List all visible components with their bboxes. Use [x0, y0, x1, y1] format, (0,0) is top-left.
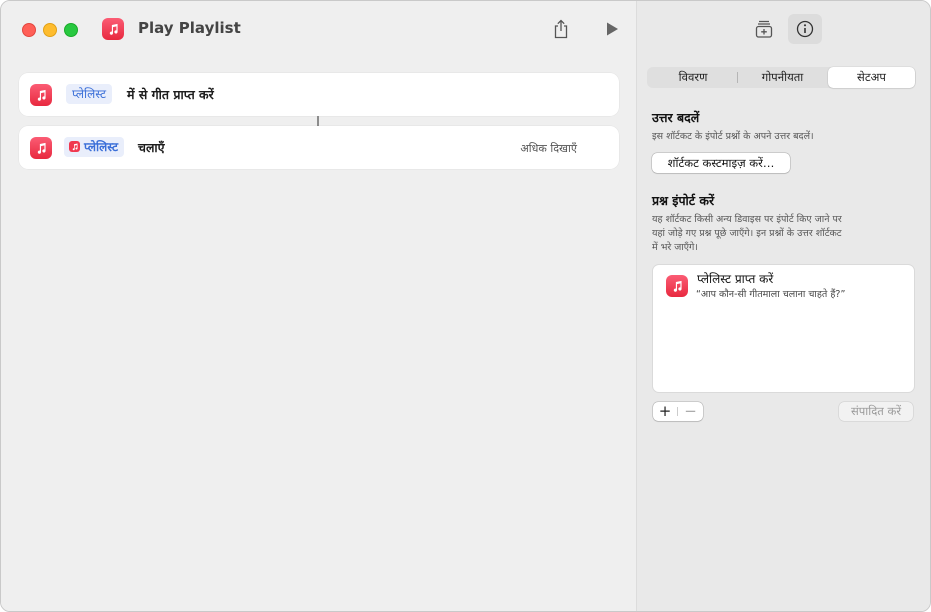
- music-action-icon: [666, 275, 688, 297]
- zoom-window-button[interactable]: [64, 23, 78, 37]
- details-button[interactable]: [788, 14, 822, 44]
- tab-setup[interactable]: सेटअप: [828, 67, 915, 88]
- remove-question-button[interactable]: −: [678, 402, 703, 421]
- action-play-playlist[interactable]: प्लेलिस्ट चलाएँ अधिक दिखाएँ: [19, 126, 619, 169]
- music-note-icon: [69, 141, 80, 152]
- music-note-icon: [37, 142, 46, 154]
- edit-question-button[interactable]: संपादित करें: [839, 402, 913, 421]
- music-note-icon: [37, 89, 46, 101]
- music-action-icon: [30, 84, 52, 106]
- shortcut-title[interactable]: Play Playlist: [138, 19, 241, 37]
- playlist-result-token-label: प्लेलिस्ट: [84, 140, 119, 154]
- action-connector: [317, 116, 319, 126]
- question-title: प्लेलिस्ट प्राप्त करें: [697, 272, 774, 286]
- music-action-icon: [30, 137, 52, 159]
- run-button[interactable]: [601, 19, 623, 39]
- import-questions-list: प्लेलिस्ट प्राप्त करें “आप कौन-सी गीतमाल…: [652, 264, 915, 393]
- question-text: “आप कौन-सी गीतमाला चलाना चाहते हैं?”: [696, 289, 846, 300]
- add-to-library-icon: [755, 20, 773, 38]
- music-note-icon: [109, 23, 118, 35]
- import-questions-description-line3: में भरे जाएँगे।: [652, 242, 698, 253]
- playlist-variable-token[interactable]: प्लेलिस्ट: [66, 84, 113, 104]
- show-more-link[interactable]: अधिक दिखाएँ: [520, 141, 577, 156]
- action-label: में से गीत प्राप्त करें: [127, 87, 214, 102]
- import-questions-description-line1: यह शॉर्टकट किसी अन्य डिवाइस पर इंपोर्ट क…: [652, 214, 842, 225]
- add-to-library-button[interactable]: [752, 17, 776, 41]
- playlist-result-token[interactable]: प्लेलिस्ट: [64, 137, 125, 157]
- sidebar-tabs: विवरण गोपनीयता सेटअप: [647, 67, 916, 88]
- tab-details[interactable]: विवरण: [649, 67, 737, 88]
- import-questions-heading: प्रश्न इंपोर्ट करें: [652, 193, 715, 208]
- info-icon: [796, 20, 814, 38]
- action-label: चलाएँ: [138, 140, 165, 155]
- share-icon: [554, 19, 568, 39]
- add-question-button[interactable]: +: [653, 402, 677, 421]
- action-get-songs[interactable]: प्लेलिस्ट में से गीत प्राप्त करें: [19, 73, 619, 116]
- add-remove-control: + −: [653, 402, 703, 421]
- tab-privacy[interactable]: गोपनीयता: [738, 67, 827, 88]
- share-button[interactable]: [550, 18, 572, 40]
- close-window-button[interactable]: [22, 23, 36, 37]
- music-app-icon: [102, 18, 124, 40]
- editor-pane: Play Playlist प्लेलिस्ट में से गीत प्राप…: [1, 1, 636, 611]
- play-icon: [607, 22, 618, 36]
- change-answers-description: इस शॉर्टकट के इंपोर्ट प्रश्नों के अपने उ…: [652, 131, 814, 142]
- shortcuts-window: Play Playlist प्लेलिस्ट में से गीत प्राप…: [0, 0, 931, 612]
- change-answers-heading: उत्तर बदलें: [652, 110, 700, 125]
- import-questions-description-line2: यहां जोड़े गए प्रश्न पूछे जाएँगे। इन प्र…: [652, 228, 842, 239]
- music-note-icon: [673, 280, 682, 292]
- customize-shortcut-button[interactable]: शॉर्टकट कस्टमाइज़ करें…: [652, 153, 790, 173]
- minimize-window-button[interactable]: [43, 23, 57, 37]
